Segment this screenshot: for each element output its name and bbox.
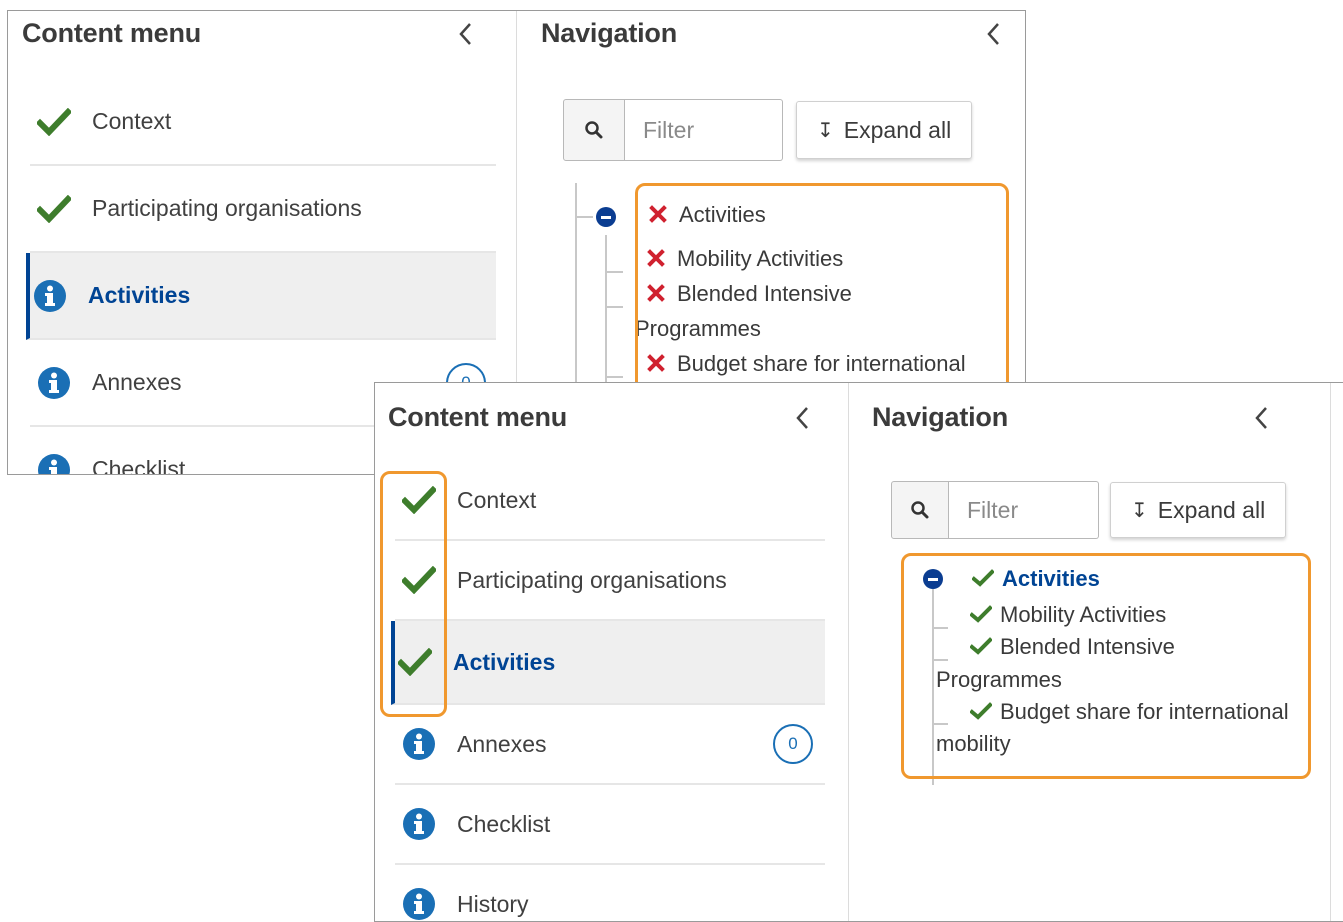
collapse-content-menu-button[interactable] [792,403,814,433]
menu-item-label: Participating organisations [92,195,362,221]
expand-arrow-icon: ↧ [1131,499,1148,522]
info-icon [36,365,72,401]
menu-item-label: Activities [88,282,191,308]
info-icon [401,726,437,762]
chevron-left-icon [796,407,808,429]
menu-item-label: Activities [453,648,556,675]
menu-item-label: History [457,890,529,917]
info-icon [32,278,68,314]
menu-item-participating-organisations[interactable]: Participating organisations [30,166,496,253]
collapse-navigation-button[interactable] [1251,403,1273,433]
after-screenshot: Content menu Context Participating organ… [374,382,1343,922]
highlight-box [901,553,1311,779]
expand-all-button[interactable]: ↧ Expand all [796,101,973,159]
search-icon [911,501,929,519]
filter-input[interactable] [625,99,783,161]
info-icon [36,452,72,474]
search-button[interactable] [563,99,625,161]
collapse-navigation-button[interactable] [983,19,1005,49]
highlight-box [380,471,447,717]
navigation-title: Navigation [541,18,678,48]
menu-item-label: Participating organisations [457,566,727,593]
menu-item-label: Context [92,108,172,134]
menu-item-label: Annexes [92,369,182,395]
navigation-panel: Navigation ↧ Expand all Activities M [848,383,1331,921]
menu-item-activities[interactable]: Activities [26,253,496,340]
expand-arrow-icon: ↧ [817,119,834,142]
info-icon [401,806,437,842]
menu-item-label: Checklist [457,810,551,837]
chevron-left-icon [987,23,999,45]
filter-group: ↧ Expand all [891,481,1287,539]
content-menu-panel: Content menu Context Participating organ… [375,383,848,921]
menu-item-label: Context [457,486,537,513]
navigation-title: Navigation [872,402,1009,432]
info-icon [401,886,437,921]
expand-all-label: Expand all [1157,496,1266,523]
check-icon [36,191,72,227]
navigation-tree: Activities Mobility Activities Blended I… [894,553,1314,785]
search-icon [585,121,603,139]
menu-item-label: Checklist [92,456,186,475]
menu-item-checklist[interactable]: Checklist [395,785,825,865]
chevron-left-icon [1255,407,1267,429]
menu-item-history[interactable]: History [395,865,825,921]
menu-item-activities[interactable]: Activities [391,621,825,705]
collapse-content-menu-button[interactable] [455,19,477,49]
expand-all-label: Expand all [843,116,952,143]
menu-item-annexes[interactable]: Annexes 0 [395,705,825,785]
content-menu-title: Content menu [22,18,202,48]
menu-item-context[interactable]: Context [395,461,825,541]
menu-item-context[interactable]: Context [30,79,496,166]
menu-item-participating-organisations[interactable]: Participating organisations [395,541,825,621]
menu-item-label: Annexes [457,730,547,757]
content-menu-list: Context Participating organisations Acti… [391,461,825,921]
search-button[interactable] [891,481,949,539]
check-icon [36,104,72,140]
chevron-left-icon [459,23,471,45]
filter-group: ↧ Expand all [563,99,973,161]
filter-input[interactable] [949,481,1099,539]
content-menu-title: Content menu [388,402,568,432]
expand-all-button[interactable]: ↧ Expand all [1110,482,1287,538]
collapse-node-button[interactable] [596,207,616,227]
annexes-count-badge: 0 [773,724,813,764]
